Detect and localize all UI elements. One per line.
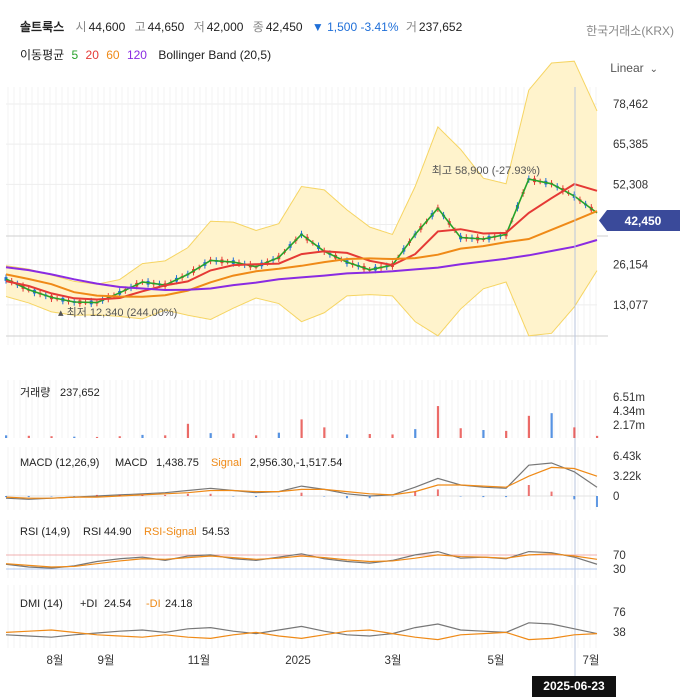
volume-bar <box>164 435 167 438</box>
volume-bar <box>505 430 508 438</box>
macd-histogram-bar <box>482 496 485 498</box>
signal-value: 2,956.30,-1,517.54 <box>250 457 342 469</box>
rsi-label: RSI <box>83 526 101 538</box>
macd-histogram-bar <box>527 485 530 496</box>
volume-bar <box>459 428 462 438</box>
macd-histogram-bar <box>323 496 326 497</box>
macd-histogram-bar <box>5 496 7 498</box>
price-axis-tick: 26,154 <box>613 260 649 272</box>
pdi-value: 24.54 <box>104 598 132 610</box>
macd-axis-tick: 3.22k <box>613 471 641 483</box>
macd-histogram-bar <box>505 496 508 498</box>
macd-histogram-bar <box>73 496 76 497</box>
x-axis-tick: 3월 <box>385 654 402 667</box>
macd-histogram-bar <box>164 494 167 496</box>
macd-axis-tick: 0 <box>613 491 619 503</box>
macd-histogram-bar <box>255 496 258 498</box>
macd-histogram-bar <box>414 491 417 496</box>
x-axis-tick: 2025 <box>285 655 311 667</box>
stock-chart[interactable]: 최고 58,900 (-27.93%) ▴ 최저 12,340 (244.00%)… <box>0 0 680 697</box>
current-price-tag: 42,450 <box>599 210 680 231</box>
x-axis-tick: 11월 <box>188 654 211 667</box>
rsi-value: 44.90 <box>104 526 132 538</box>
macd-histogram-bar <box>391 496 394 497</box>
macd-histogram-bar <box>141 494 144 496</box>
volume-bar <box>277 432 280 438</box>
macd-histogram-bar <box>50 496 53 497</box>
signal-label: Signal <box>211 457 242 469</box>
volume-bar <box>391 434 394 438</box>
mdi-value: 24.18 <box>165 598 193 610</box>
volume-bar <box>436 406 440 438</box>
rsi-signal-label: RSI-Signal <box>144 526 197 538</box>
x-axis-tick: 5월 <box>488 654 505 667</box>
volume-bar <box>27 435 30 438</box>
current-price-text: 42,450 <box>625 214 662 228</box>
macd-histogram-bar <box>436 489 439 496</box>
macd-histogram-bar <box>209 493 212 496</box>
macd-title: MACD (12,26,9) <box>20 457 99 469</box>
price-axis-tick: 13,077 <box>613 300 648 312</box>
macd-histogram-bar <box>345 496 348 499</box>
macd-histogram-bar <box>596 496 598 507</box>
volume-bar <box>482 430 485 438</box>
volume-bar <box>141 434 144 438</box>
macd-histogram-bar <box>300 492 303 496</box>
price-axis-tick: 78,462 <box>613 99 648 111</box>
macd-histogram-bar <box>368 496 371 499</box>
pdi-label: +DI <box>80 598 97 610</box>
dmi-title: DMI (14) <box>20 598 63 610</box>
macd-histogram-bar <box>27 496 30 498</box>
rsi-axis-tick: 70 <box>613 550 626 562</box>
macd-axis-tick: 6.43k <box>613 451 641 463</box>
volume-bar <box>255 435 258 438</box>
rsi-axis-tick: 30 <box>613 564 626 576</box>
volume-axis-tick: 6.51m <box>613 392 645 404</box>
volume-bar <box>596 435 599 438</box>
low-annotation: ▴ 최저 12,340 (244.00%) <box>58 306 177 319</box>
macd-histogram-bar <box>232 496 235 497</box>
dmi-axis-tick: 76 <box>613 607 626 619</box>
volume-bar <box>527 415 531 438</box>
high-annotation: 최고 58,900 (-27.93%) <box>432 164 540 177</box>
volume-bar <box>300 419 303 438</box>
x-axis-tick: 8월 <box>47 654 64 667</box>
price-axis-tick: 65,385 <box>613 139 648 151</box>
volume-bar <box>186 423 190 438</box>
x-axis-tick: 7월 <box>583 654 600 667</box>
volume-bar <box>414 429 417 438</box>
volume-title: 거래량 <box>20 386 50 399</box>
volume-axis-tick: 4.34m <box>613 406 645 418</box>
cursor-date-tag: 2025-06-23 <box>532 676 616 697</box>
volume-bar <box>5 435 8 438</box>
price-axis-tick: 52,308 <box>613 179 648 191</box>
macd-histogram-bar <box>573 496 576 500</box>
macd-histogram-bar <box>95 494 98 496</box>
volume-bar <box>573 427 576 438</box>
dmi-axis-tick: 38 <box>613 627 626 639</box>
volume-bar <box>232 433 235 438</box>
macd-histogram-bar <box>186 493 189 496</box>
rsi-signal-value: 54.53 <box>202 526 230 538</box>
volume-bar <box>73 436 76 438</box>
macd-histogram-bar <box>550 491 553 496</box>
volume-bar <box>368 434 371 438</box>
macd-label: MACD <box>115 457 147 469</box>
volume-bar <box>50 436 53 438</box>
rsi-title: RSI (14,9) <box>20 526 70 538</box>
volume-axis-tick: 2.17m <box>613 420 645 432</box>
macd-histogram-bar <box>459 496 462 497</box>
volume-bar <box>209 433 212 438</box>
volume-title-value: 237,652 <box>60 387 100 399</box>
volume-bar <box>345 434 349 438</box>
volume-bar <box>95 436 99 438</box>
mdi-label: -DI <box>146 598 161 610</box>
volume-bar <box>323 427 326 438</box>
volume-bar <box>118 436 121 438</box>
macd-histogram-bar <box>277 496 280 497</box>
x-axis-tick: 9월 <box>98 654 115 667</box>
macd-histogram-bar <box>118 494 121 496</box>
macd-value: 1,438.75 <box>156 457 199 469</box>
volume-bar <box>550 413 553 438</box>
